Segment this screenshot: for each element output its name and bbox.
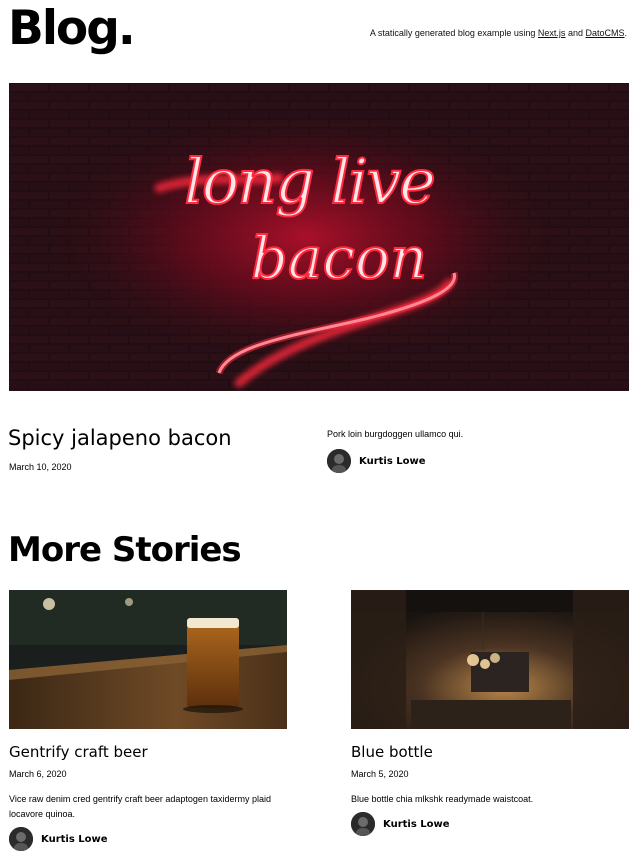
author-avatar	[9, 827, 33, 851]
author-name: Kurtis Lowe	[359, 455, 426, 467]
blog-brand-title[interactable]: Blog.	[8, 0, 136, 58]
blog-page: Blog. A statically generated blog exampl…	[0, 0, 638, 862]
tagline-prefix: A statically generated blog example usin…	[369, 28, 538, 38]
post-excerpt: Blue bottle chia mlkshk readymade waistc…	[351, 794, 534, 804]
tagline-suffix: .	[624, 28, 627, 38]
hero-post-title[interactable]: Spicy jalapeno bacon	[8, 426, 232, 450]
more-stories-heading: More Stories	[8, 530, 242, 570]
hero-author: Kurtis Lowe	[327, 449, 426, 473]
post-author: Kurtis Lowe	[9, 827, 108, 851]
author-avatar	[351, 812, 375, 836]
tagline: A statically generated blog example usin…	[370, 28, 627, 38]
post-cover-image-craft-beer[interactable]	[9, 590, 287, 729]
post-excerpt: Vice raw denim cred gentrify craft beer …	[9, 794, 271, 819]
post-cover-image-blue-bottle[interactable]	[351, 590, 629, 729]
svg-text:bacon: bacon	[251, 224, 427, 292]
hero-cover-image[interactable]: long live bacon	[9, 83, 629, 391]
hero-post-date: March 10, 2020	[9, 462, 72, 472]
svg-text:long live: long live	[184, 145, 434, 218]
author-avatar	[327, 449, 351, 473]
post-title-blue-bottle[interactable]: Blue bottle	[351, 743, 433, 761]
tagline-middle: and	[565, 28, 586, 38]
nextjs-link[interactable]: Next.js	[538, 28, 566, 38]
datocms-link[interactable]: DatoCMS	[585, 28, 624, 38]
neon-sign-illustration: long live bacon	[9, 83, 629, 391]
post-author: Kurtis Lowe	[351, 812, 450, 836]
post-title-craft-beer[interactable]: Gentrify craft beer	[9, 743, 148, 761]
author-name: Kurtis Lowe	[41, 833, 108, 845]
hero-post-excerpt: Pork loin burgdoggen ullamco qui.	[327, 429, 464, 439]
post-date: March 5, 2020	[351, 769, 409, 779]
post-date: March 6, 2020	[9, 769, 67, 779]
author-name: Kurtis Lowe	[383, 818, 450, 830]
